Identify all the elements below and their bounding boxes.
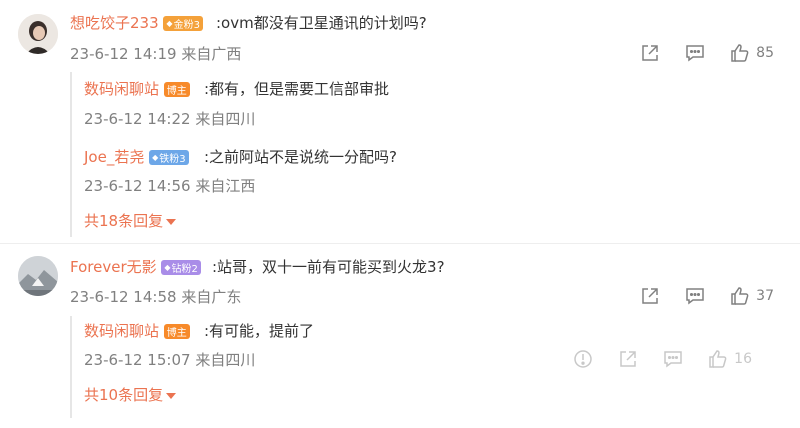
diamond-icon: ◆ (166, 19, 173, 28)
comment-icon (686, 45, 704, 62)
comment-text: :站哥，双十一前有可能买到火龙3? (212, 258, 445, 276)
more-replies-link[interactable]: 共18条回复 (84, 210, 177, 231)
host-badge: 博主 (163, 82, 190, 97)
report-button[interactable] (573, 349, 593, 369)
fan-badge: ◆ 金粉3 (163, 16, 203, 31)
share-button[interactable] (640, 286, 660, 306)
like-icon (709, 350, 727, 368)
like-button[interactable]: 85 (730, 43, 774, 63)
comment-button[interactable] (685, 286, 705, 306)
avatar[interactable] (18, 256, 58, 296)
share-button[interactable] (640, 43, 660, 63)
comment-meta: 23-6-12 14:58 来自广东 (70, 288, 242, 306)
like-count: 85 (756, 45, 774, 61)
share-button[interactable] (618, 349, 638, 369)
report-icon (574, 350, 592, 368)
share-icon (642, 288, 658, 304)
comment-button[interactable] (685, 43, 705, 63)
reply-text: :都有，但是需要工信部审批 (204, 80, 390, 98)
comment-actions: 37 (615, 286, 774, 306)
caret-down-icon (166, 218, 177, 225)
share-icon (642, 45, 658, 61)
reply-list: 数码闲聊站 博主 :都有，但是需要工信部审批 23-6-12 14:22 来自四… (70, 72, 776, 237)
like-icon (731, 44, 749, 62)
host-badge: 博主 (163, 324, 190, 339)
like-icon (731, 287, 749, 305)
avatar-image (18, 256, 58, 296)
like-count: 37 (756, 288, 774, 304)
like-button[interactable]: 16 (708, 349, 752, 369)
like-count: 16 (734, 351, 752, 367)
like-button[interactable]: 37 (730, 286, 774, 306)
avatar-image (18, 14, 58, 54)
reply-actions: 16 (548, 349, 752, 369)
reply-meta: 23-6-12 14:22 来自四川 (84, 110, 256, 128)
comment-username[interactable]: Forever无影 ◆ 钻粉2 (70, 256, 201, 277)
divider (0, 243, 800, 244)
comment-icon (664, 351, 682, 368)
fan-badge: ◆ 钻粉2 (161, 260, 201, 275)
avatar[interactable] (18, 14, 58, 54)
more-replies-link[interactable]: 共10条回复 (84, 384, 177, 405)
comment-icon (686, 288, 704, 305)
reply-text: :有可能，提前了 (204, 322, 315, 340)
reply-meta: 23-6-12 15:07 来自四川 (84, 351, 256, 369)
reply-username[interactable]: 数码闲聊站 博主 (84, 78, 190, 99)
comment-button[interactable] (663, 349, 683, 369)
diamond-icon: ◆ (164, 263, 171, 272)
diamond-icon: ◆ (152, 153, 159, 162)
comment-text: :ovm都没有卫星通讯的计划吗? (216, 14, 427, 32)
caret-down-icon (166, 392, 177, 399)
reply-username[interactable]: 数码闲聊站 博主 (84, 320, 190, 341)
reply-meta: 23-6-12 14:56 来自江西 (84, 177, 256, 195)
share-icon (620, 351, 636, 367)
reply-username[interactable]: Joe_若尧 ◆ 铁粉3 (84, 146, 189, 167)
reply-list: 数码闲聊站 博主 :有可能，提前了 23-6-12 15:07 来自四川 16 … (70, 316, 776, 418)
fan-badge: ◆ 铁粉3 (149, 150, 189, 165)
comment-username[interactable]: 想吃饺子233 ◆ 金粉3 (70, 12, 203, 33)
comment-meta: 23-6-12 14:19 来自广西 (70, 45, 242, 63)
reply-text: :之前阿站不是说统一分配吗? (204, 148, 398, 166)
comment-actions: 85 (615, 43, 774, 63)
